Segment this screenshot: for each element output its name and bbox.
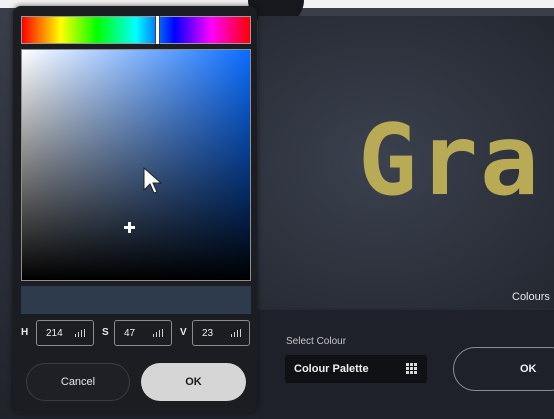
select-colour-label: Select Colour xyxy=(286,336,347,347)
selected-color-swatch xyxy=(21,286,251,314)
signal-bars-icon xyxy=(153,329,163,337)
cancel-button[interactable]: Cancel xyxy=(26,363,130,401)
hue-slider-handle[interactable] xyxy=(155,16,161,44)
dialog-ok-button[interactable]: OK xyxy=(453,347,554,391)
colour-palette-button[interactable]: Colour Palette xyxy=(285,355,427,383)
saturation-value-area[interactable] xyxy=(21,49,251,281)
ok-label: OK xyxy=(185,376,202,388)
saturation-input[interactable]: 47 xyxy=(114,320,172,346)
signal-bars-icon xyxy=(75,329,85,337)
hue-input[interactable]: 214 xyxy=(36,320,94,346)
grid-icon xyxy=(406,363,417,374)
hue-label: H xyxy=(21,327,29,338)
saturation-label: S xyxy=(102,327,109,338)
sv-black-gradient xyxy=(22,50,250,280)
color-picker-panel: H 214 S 47 V 23 Cancel OK xyxy=(13,6,257,413)
value-value: 23 xyxy=(202,328,214,339)
dialog-ok-label: OK xyxy=(520,363,537,375)
ok-button[interactable]: OK xyxy=(141,363,246,401)
crosshair-icon[interactable] xyxy=(124,222,136,234)
preview-text: Gra xyxy=(358,104,542,218)
cancel-label: Cancel xyxy=(60,376,96,388)
hsv-fields: H 214 S 47 V 23 xyxy=(21,320,251,346)
mouse-pointer-icon xyxy=(143,166,163,194)
colour-palette-label: Colour Palette xyxy=(294,363,369,375)
hue-slider[interactable] xyxy=(21,16,251,44)
hue-value: 214 xyxy=(46,328,63,339)
value-label: V xyxy=(180,327,187,338)
colours-label: Colours xyxy=(512,291,550,303)
value-input[interactable]: 23 xyxy=(192,320,250,346)
signal-bars-icon xyxy=(231,329,241,337)
saturation-value: 47 xyxy=(124,328,136,339)
